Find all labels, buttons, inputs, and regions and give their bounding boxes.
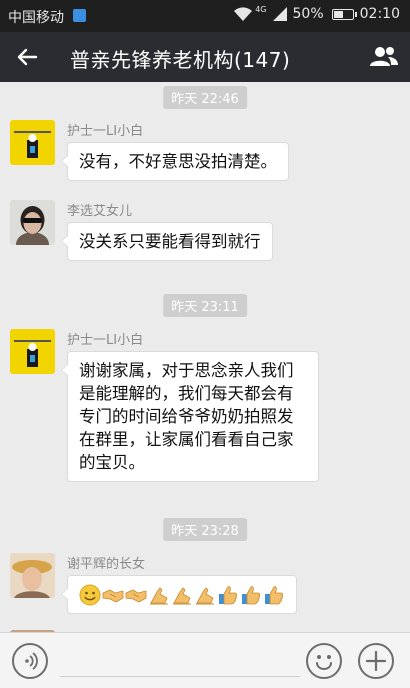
sender-name: 谢平辉的长女 xyxy=(67,557,146,572)
handshake-emoji-icon xyxy=(102,589,124,602)
sender-name: 护士一LI小白 xyxy=(67,124,144,139)
message-bubble[interactable]: 谢谢家属，对于思念亲人我们 是能理解的，我们每天都会有 专门的时间给爷爷奶奶拍照… xyxy=(61,351,319,482)
thumbs-up-emoji-icon xyxy=(219,585,238,604)
smile-emoji-icon xyxy=(79,584,101,605)
sender-name: 护士一LI小白 xyxy=(67,333,144,348)
battery-fill xyxy=(333,10,343,18)
sender-name: 李选艾女儿 xyxy=(67,204,133,219)
status-bar: 中国移动 4G 50% 02:10 xyxy=(0,0,410,32)
wifi-icon xyxy=(234,7,253,21)
strong-emoji-icon xyxy=(196,586,214,604)
battery-percent: 50% xyxy=(292,6,324,22)
avatar[interactable] xyxy=(10,200,55,245)
avatar[interactable] xyxy=(10,329,55,374)
chat-header: 普亲先锋养老机构(147) xyxy=(0,32,410,82)
time-divider: 昨天 23:11 xyxy=(163,294,247,317)
message-list[interactable]: 昨天 22:46 护士一LI小白 没有，不好意思没拍清楚。 李选艾女儿 没关系只… xyxy=(0,82,410,632)
clock: 02:10 xyxy=(359,6,400,22)
emoji-button[interactable] xyxy=(306,643,342,679)
thumbs-up-emoji-icon xyxy=(242,585,261,604)
more-button[interactable] xyxy=(358,643,394,679)
battery-icon xyxy=(331,8,357,20)
message-text-line: 的宝贝。 xyxy=(79,453,145,472)
message-bubble[interactable] xyxy=(61,575,297,614)
time-divider: 昨天 22:46 xyxy=(163,86,247,109)
voice-icon xyxy=(25,652,38,670)
avatar-image xyxy=(10,120,55,165)
avatar[interactable] xyxy=(10,120,55,165)
group-icon xyxy=(370,47,398,66)
strong-emoji-icon xyxy=(173,586,191,604)
arrow-left-icon xyxy=(17,48,38,66)
gallery-notification-icon xyxy=(73,9,86,22)
message-text-line: 在群里，让家属们看看自己家 xyxy=(79,430,294,449)
message-text: 没有，不好意思没拍清楚。 xyxy=(79,152,277,171)
chat-title: 普亲先锋养老机构(147) xyxy=(70,48,291,72)
message-text-line: 是能理解的，我们每天都会有 xyxy=(79,384,294,403)
strong-emoji-icon xyxy=(150,586,168,604)
carrier-label: 中国移动 xyxy=(8,10,64,26)
avatar-image xyxy=(10,200,55,245)
message-bubble[interactable]: 没关系只要能看得到就行 xyxy=(61,222,273,261)
thumbs-up-emoji-icon xyxy=(265,585,284,604)
signal-icon xyxy=(272,7,287,21)
status-right: 4G 50% 02:10 xyxy=(233,6,400,22)
message-text: 没关系只要能看得到就行 xyxy=(79,232,261,251)
avatar-image xyxy=(10,329,55,374)
voice-mode-button[interactable] xyxy=(12,643,48,679)
time-divider: 昨天 23:28 xyxy=(163,518,247,541)
group-members-button[interactable] xyxy=(368,42,398,72)
smiley-icon xyxy=(316,655,332,670)
network-type-label: 4G xyxy=(255,5,267,14)
message-text-line: 专门的时间给爷爷奶奶拍照发 xyxy=(79,407,294,426)
handshake-emoji-icon xyxy=(125,589,147,602)
message-text-line: 谢谢家属，对于思念亲人我们 xyxy=(79,361,294,380)
message-input[interactable] xyxy=(60,645,300,677)
input-bar xyxy=(0,632,410,688)
avatar-image xyxy=(10,553,55,598)
back-button[interactable] xyxy=(12,42,42,72)
plus-icon xyxy=(365,650,387,672)
emoji-row xyxy=(79,583,285,606)
avatar[interactable] xyxy=(10,553,55,598)
message-bubble[interactable]: 没有，不好意思没拍清楚。 xyxy=(61,142,289,181)
